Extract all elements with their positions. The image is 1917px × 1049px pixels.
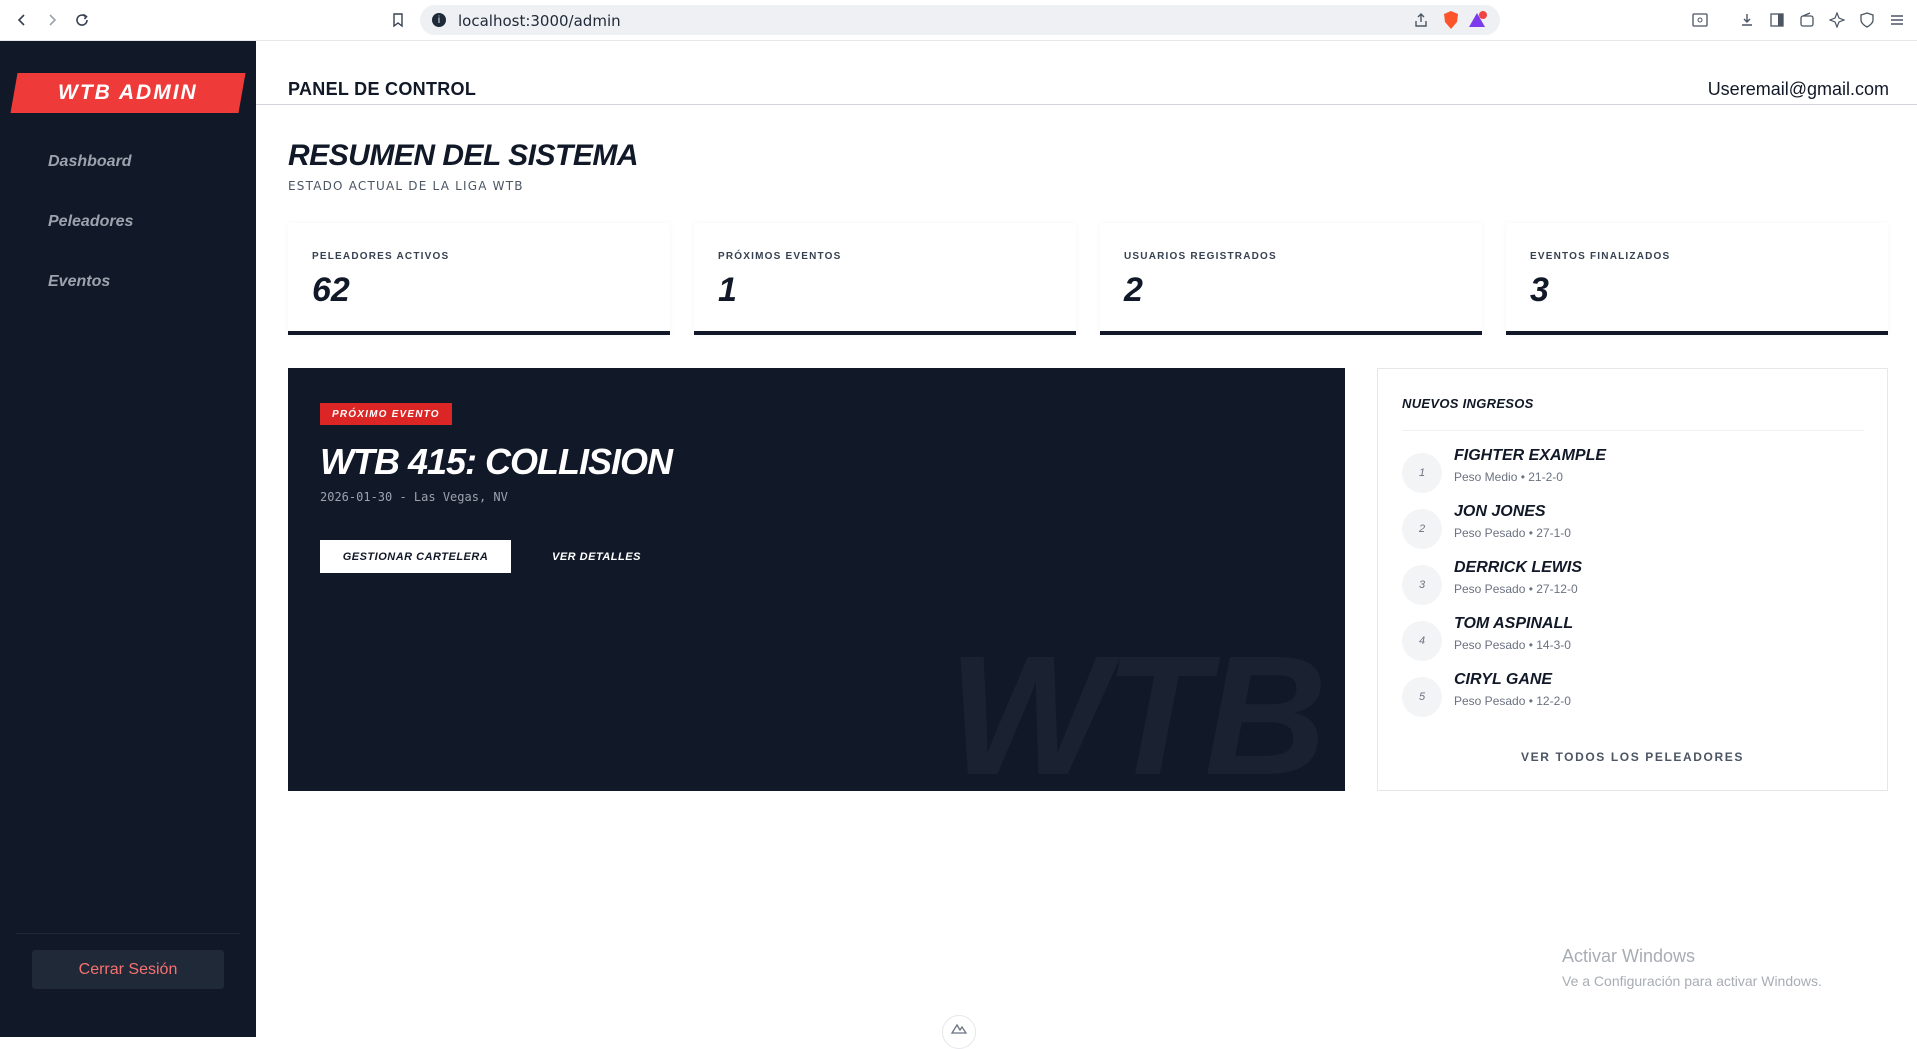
newcomers-divider xyxy=(1402,430,1864,431)
rank-badge: 3 xyxy=(1402,565,1442,605)
logo-text: WTB ADMIN xyxy=(58,81,198,104)
reader-icon[interactable] xyxy=(1690,10,1710,30)
sidebar-item-dashboard[interactable]: Dashboard xyxy=(48,153,132,171)
browser-toolbar: i localhost:3000/admin xyxy=(0,0,1917,41)
list-item[interactable]: 4 TOM ASPINALL Peso Pesado • 14-3-0 xyxy=(1402,615,1864,661)
newcomers-title: NUEVOS INGRESOS xyxy=(1402,396,1534,411)
list-item[interactable]: 3 DERRICK LEWIS Peso Pesado • 27-12-0 xyxy=(1402,559,1864,605)
rank-badge: 5 xyxy=(1402,677,1442,717)
event-meta: 2026-01-30 - Las Vegas, NV xyxy=(320,490,508,504)
header-title: PANEL DE CONTROL xyxy=(288,79,477,99)
sidebar-item-peleadores[interactable]: Peleadores xyxy=(48,213,133,231)
fighter-name: JON JONES xyxy=(1454,503,1546,520)
activation-title: Activar Windows xyxy=(1562,946,1696,966)
sidebar-item-eventos[interactable]: Eventos xyxy=(48,273,110,291)
newcomers-panel: NUEVOS INGRESOS 1 FIGHTER EXAMPLE Peso M… xyxy=(1377,368,1888,791)
stat-label: PELEADORES ACTIVOS xyxy=(312,251,450,262)
stat-card-active-fighters: PELEADORES ACTIVOS 62 xyxy=(288,223,670,335)
top-header: PANEL DE CONTROL Useremail@gmail.com xyxy=(256,41,1917,105)
event-title: WTB 415: COLLISION xyxy=(320,441,673,482)
list-item[interactable]: 2 JON JONES Peso Pesado • 27-1-0 xyxy=(1402,503,1864,549)
activation-subtitle: Ve a Configuración para activar Windows. xyxy=(1562,973,1822,989)
fighter-name: TOM ASPINALL xyxy=(1454,615,1574,632)
stat-card-registered-users: USUARIOS REGISTRADOS 2 xyxy=(1100,223,1482,335)
reload-icon[interactable] xyxy=(70,8,94,32)
fighter-info: Peso Pesado • 14-3-0 xyxy=(1454,638,1571,652)
rank-badge: 1 xyxy=(1402,453,1442,493)
list-item[interactable]: 1 FIGHTER EXAMPLE Peso Medio • 21-2-0 xyxy=(1402,447,1864,493)
fighter-name: CIRYL GANE xyxy=(1454,671,1553,688)
rank-badge: 2 xyxy=(1402,509,1442,549)
fighter-info: Peso Pesado • 12-2-0 xyxy=(1454,694,1571,708)
bookmark-icon[interactable] xyxy=(386,8,410,32)
list-item[interactable]: 5 CIRYL GANE Peso Pesado • 12-2-0 xyxy=(1402,671,1864,717)
windows-activation-watermark: Activar Windows Ve a Configuración para … xyxy=(1562,946,1822,989)
logout-button[interactable]: Cerrar Sesión xyxy=(32,950,224,989)
brave-shield-icon[interactable] xyxy=(1442,10,1460,35)
rank-badge: 4 xyxy=(1402,621,1442,661)
nuxt-devtools-icon[interactable] xyxy=(942,1015,976,1049)
stat-value: 62 xyxy=(312,271,350,309)
menu-icon[interactable] xyxy=(1887,10,1907,30)
fighter-info: Peso Pesado • 27-1-0 xyxy=(1454,526,1571,540)
ai-sparkle-icon[interactable] xyxy=(1827,10,1847,30)
site-info-icon[interactable]: i xyxy=(432,13,446,27)
url-text: localhost:3000/admin xyxy=(458,12,621,30)
rewards-icon[interactable] xyxy=(1468,11,1488,34)
app-logo[interactable]: WTB ADMIN xyxy=(10,73,246,113)
fighter-info: Peso Medio • 21-2-0 xyxy=(1454,470,1563,484)
view-all-fighters-link[interactable]: VER TODOS LOS PELEADORES xyxy=(1378,750,1887,764)
fighter-name: FIGHTER EXAMPLE xyxy=(1454,447,1607,464)
vpn-shield-icon[interactable] xyxy=(1857,10,1877,30)
event-badge: PRÓXIMO EVENTO xyxy=(320,403,452,425)
download-icon[interactable] xyxy=(1737,10,1757,30)
stat-card-upcoming-events: PRÓXIMOS EVENTOS 1 xyxy=(694,223,1076,335)
page-subtitle: ESTADO ACTUAL DE LA LIGA WTB xyxy=(288,179,524,193)
sidebar-toggle-icon[interactable] xyxy=(1767,10,1787,30)
stat-value: 1 xyxy=(718,271,737,309)
stat-value: 2 xyxy=(1124,271,1143,309)
stat-label: PRÓXIMOS EVENTOS xyxy=(718,251,842,262)
user-email[interactable]: Useremail@gmail.com xyxy=(1708,79,1889,100)
stat-value: 3 xyxy=(1530,271,1549,309)
page-title: RESUMEN DEL SISTEMA xyxy=(288,139,639,172)
stat-label: EVENTOS FINALIZADOS xyxy=(1530,251,1671,262)
event-watermark: WTB xyxy=(948,621,1327,791)
sidebar: WTB ADMIN Dashboard Peleadores Eventos C… xyxy=(0,41,256,1037)
stat-label: USUARIOS REGISTRADOS xyxy=(1124,251,1277,262)
address-bar[interactable]: i localhost:3000/admin xyxy=(420,5,1500,35)
forward-icon[interactable] xyxy=(40,8,64,32)
fighter-name: DERRICK LEWIS xyxy=(1454,559,1582,576)
next-event-card: WTB PRÓXIMO EVENTO WTB 415: COLLISION 20… xyxy=(288,368,1345,791)
fighter-info: Peso Pesado • 27-12-0 xyxy=(1454,582,1578,596)
stat-card-finished-events: EVENTOS FINALIZADOS 3 xyxy=(1506,223,1888,335)
share-icon[interactable] xyxy=(1412,11,1430,34)
sidebar-divider xyxy=(16,933,240,934)
view-details-button[interactable]: VER DETALLES xyxy=(552,540,641,573)
manage-card-button[interactable]: GESTIONAR CARTELERA xyxy=(320,540,511,573)
wallet-icon[interactable] xyxy=(1797,10,1817,30)
back-icon[interactable] xyxy=(10,8,34,32)
